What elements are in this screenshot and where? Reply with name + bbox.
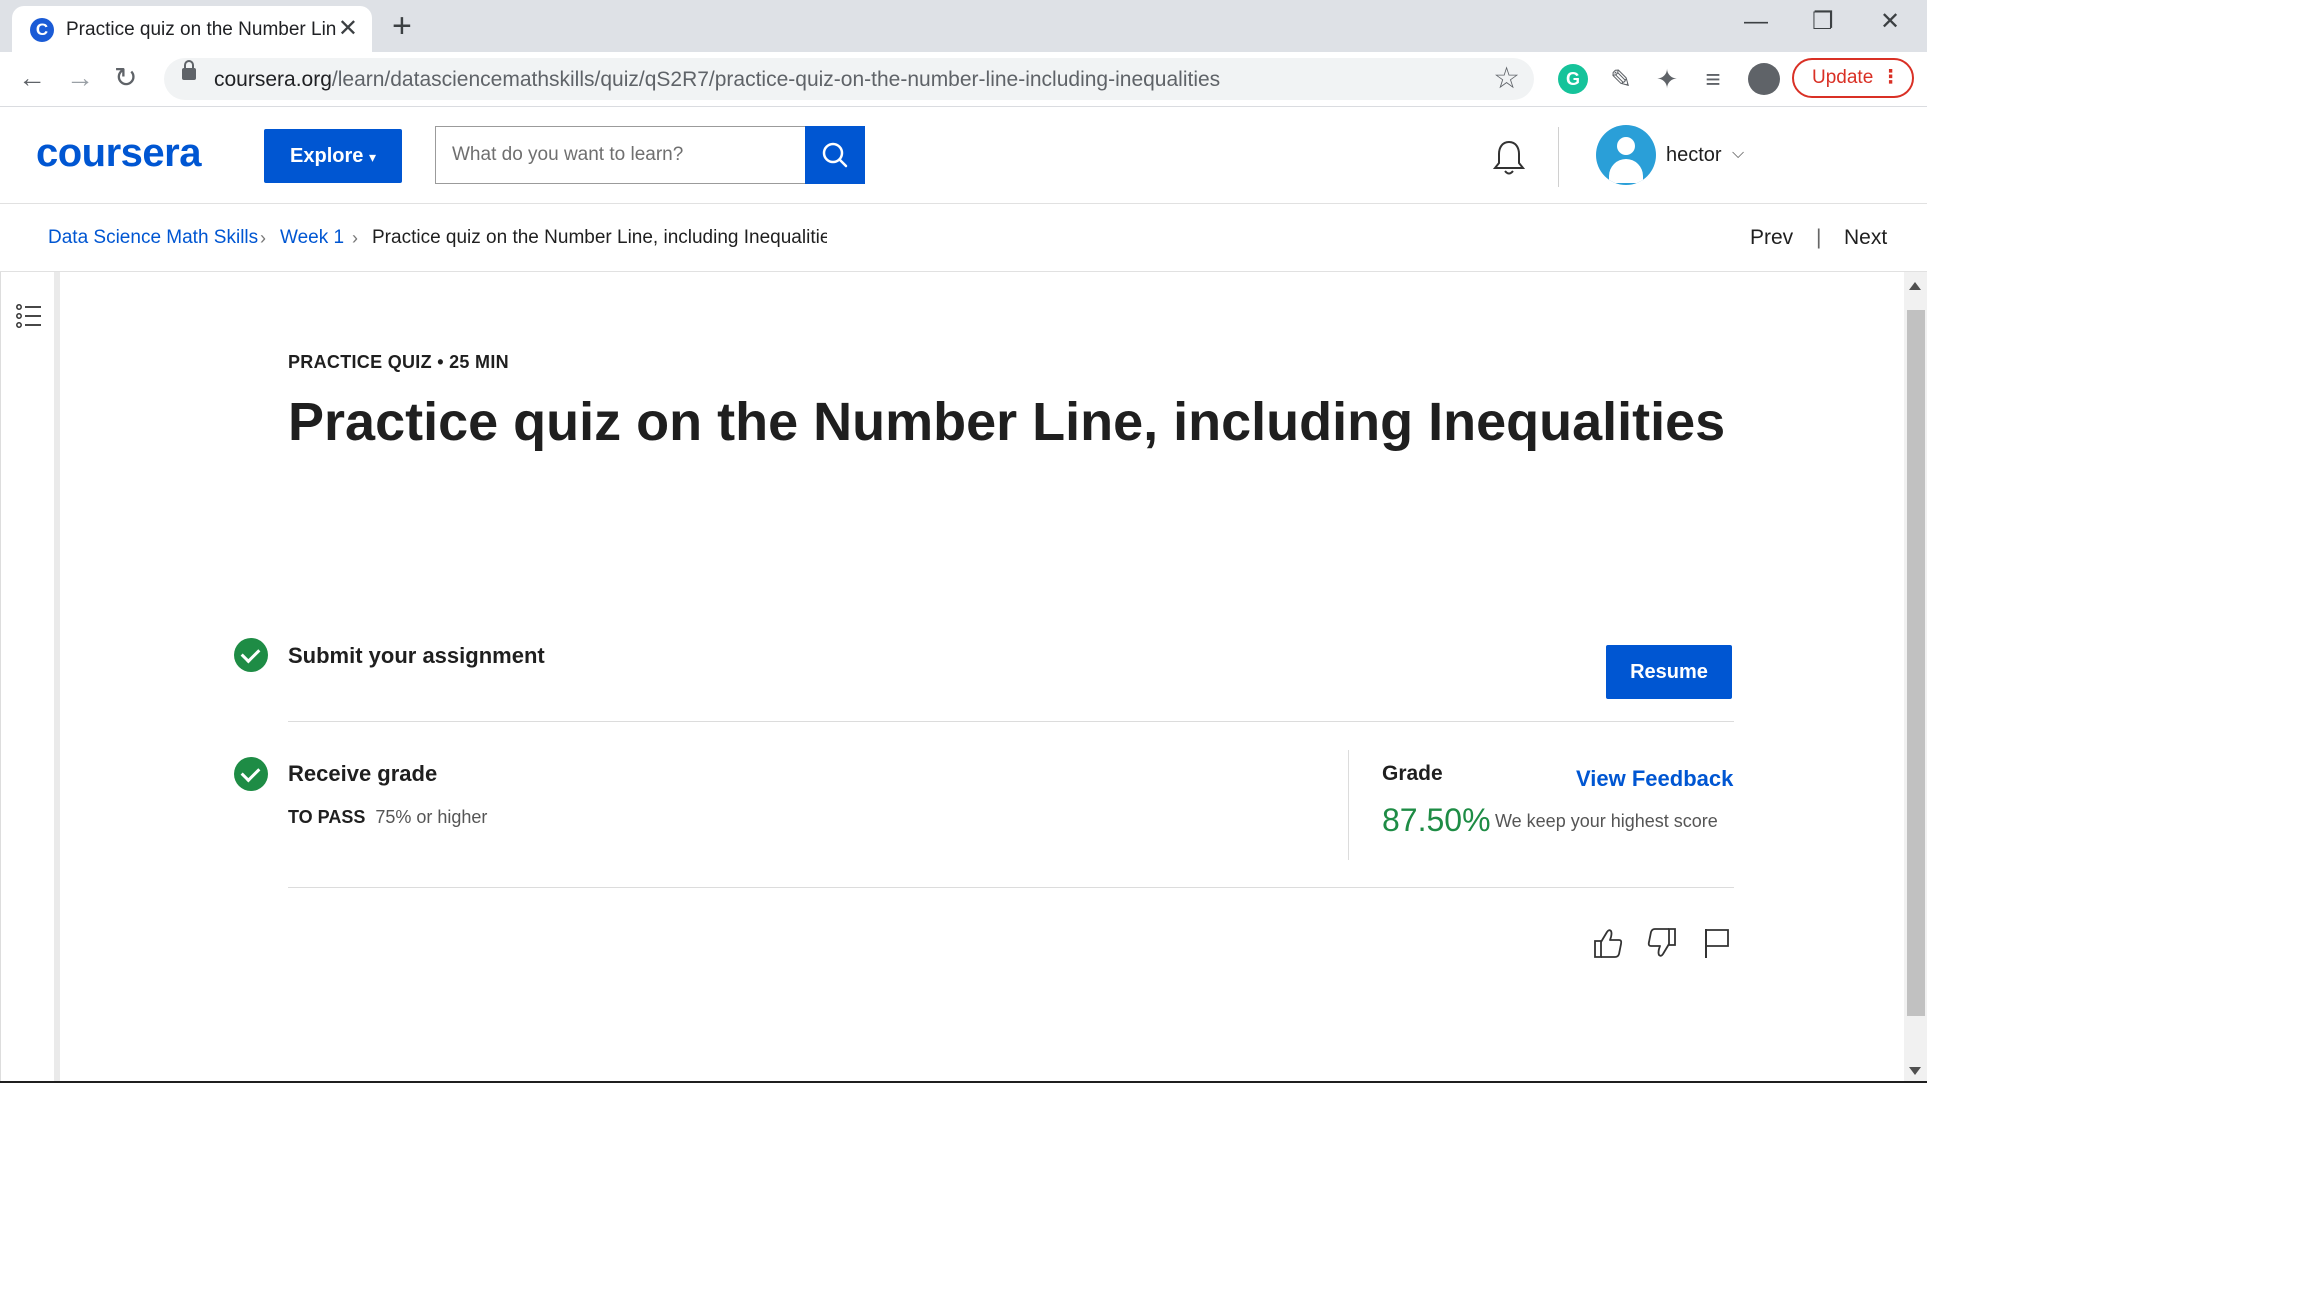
grade-label: Grade — [1382, 762, 1443, 785]
header-divider — [1558, 127, 1559, 187]
course-outline-list-icon[interactable] — [15, 302, 43, 330]
eyedropper-extension-icon[interactable]: ✎ — [1606, 64, 1636, 94]
notifications-bell-icon[interactable] — [1492, 139, 1526, 177]
flag-icon[interactable] — [1700, 926, 1732, 960]
breadcrumb-current: Practice quiz on the Number Line, includ… — [372, 227, 827, 248]
resume-button[interactable]: Resume — [1606, 645, 1732, 699]
divider — [288, 887, 1734, 888]
minimize-icon[interactable]: — — [1744, 4, 1768, 40]
thumbs-up-icon[interactable] — [1592, 926, 1624, 960]
search-input[interactable] — [436, 127, 806, 183]
breadcrumb: Data Science Math Skills › Week 1 › Prac… — [0, 204, 1927, 272]
chevron-down-icon: ▾ — [368, 149, 376, 165]
chevron-right-icon: › — [260, 228, 266, 248]
back-arrow-icon[interactable]: ← — [18, 60, 46, 96]
check-circle-icon — [234, 638, 268, 672]
grammarly-extension-icon[interactable]: G — [1558, 64, 1588, 94]
search-box — [435, 126, 865, 184]
vertical-divider — [1348, 750, 1349, 860]
close-tab-icon[interactable]: ✕ — [338, 15, 358, 43]
check-circle-icon — [234, 757, 268, 791]
browser-tab[interactable]: C Practice quiz on the Number Line, incl… — [12, 6, 372, 52]
site-header: coursera Explore ▾ hector ⌵ — [0, 107, 1927, 204]
prev-link[interactable]: Prev — [1750, 226, 1793, 250]
page-title: Practice quiz on the Number Line, includ… — [288, 392, 1726, 452]
grade-note: We keep your highest score — [1495, 811, 1718, 831]
pass-requirement: TO PASS 75% or higher — [288, 807, 488, 827]
reading-list-icon[interactable]: ≡ — [1698, 64, 1728, 94]
chevron-down-icon[interactable]: ⌵ — [1732, 145, 1744, 163]
update-button[interactable]: Update ⋮ — [1792, 58, 1914, 98]
next-link[interactable]: Next — [1844, 226, 1887, 250]
username[interactable]: hector — [1666, 143, 1722, 167]
quiz-meta: PRACTICE QUIZ • 25 MIN — [288, 352, 509, 372]
tab-title: Practice quiz on the Number Line, includ… — [66, 19, 336, 40]
explore-button[interactable]: Explore ▾ — [264, 129, 402, 183]
bookmark-star-icon[interactable]: ☆ — [1493, 62, 1520, 96]
divider — [288, 721, 1734, 722]
scrollbar[interactable] — [1904, 272, 1927, 1083]
coursera-logo[interactable]: coursera — [36, 129, 201, 177]
view-feedback-link[interactable]: View Feedback — [1576, 766, 1733, 792]
address-bar[interactable]: coursera.org/learn/datasciencemathskills… — [164, 58, 1534, 100]
submit-step-title: Submit your assignment — [288, 643, 545, 668]
forward-arrow-icon[interactable]: → — [66, 60, 94, 96]
content-area: PRACTICE QUIZ • 25 MIN Practice quiz on … — [0, 272, 1927, 1083]
window-bottom-edge — [0, 1081, 1927, 1083]
thumbs-down-icon[interactable] — [1646, 926, 1678, 960]
scrollbar-thumb[interactable] — [1907, 310, 1925, 1016]
side-rail — [0, 272, 60, 1083]
user-avatar[interactable] — [1596, 125, 1656, 185]
breadcrumb-week[interactable]: Week 1 — [280, 226, 344, 250]
scroll-up-arrow-icon[interactable] — [1909, 282, 1921, 290]
quiz-main: PRACTICE QUIZ • 25 MIN Practice quiz on … — [66, 272, 1904, 1083]
chevron-right-icon: › — [352, 228, 358, 248]
search-button[interactable] — [805, 126, 865, 184]
url-text[interactable]: coursera.org/learn/datasciencemathskills… — [214, 67, 1220, 93]
grade-step-title: Receive grade — [288, 761, 438, 786]
restore-icon[interactable]: ❐ — [1812, 4, 1834, 40]
new-tab-icon[interactable]: + — [392, 6, 412, 46]
browser-toolbar: ← → ↻ coursera.org/learn/datasciencemath… — [0, 52, 1927, 107]
extensions-puzzle-icon[interactable]: ✦ — [1652, 64, 1682, 94]
breadcrumb-course[interactable]: Data Science Math Skills — [48, 226, 258, 250]
grade-value: 87.50% — [1382, 802, 1491, 838]
search-icon — [822, 142, 848, 168]
browser-profile-icon[interactable] — [1748, 63, 1780, 95]
scroll-down-arrow-icon[interactable] — [1909, 1067, 1921, 1075]
lock-icon[interactable] — [182, 60, 196, 80]
close-window-icon[interactable]: ✕ — [1880, 4, 1900, 40]
browser-window: C Practice quiz on the Number Line, incl… — [0, 0, 1927, 1083]
tab-strip: C Practice quiz on the Number Line, incl… — [0, 0, 1927, 52]
reload-icon[interactable]: ↻ — [114, 60, 137, 96]
coursera-favicon-icon: C — [30, 18, 54, 42]
prev-next-divider: | — [1816, 226, 1822, 249]
